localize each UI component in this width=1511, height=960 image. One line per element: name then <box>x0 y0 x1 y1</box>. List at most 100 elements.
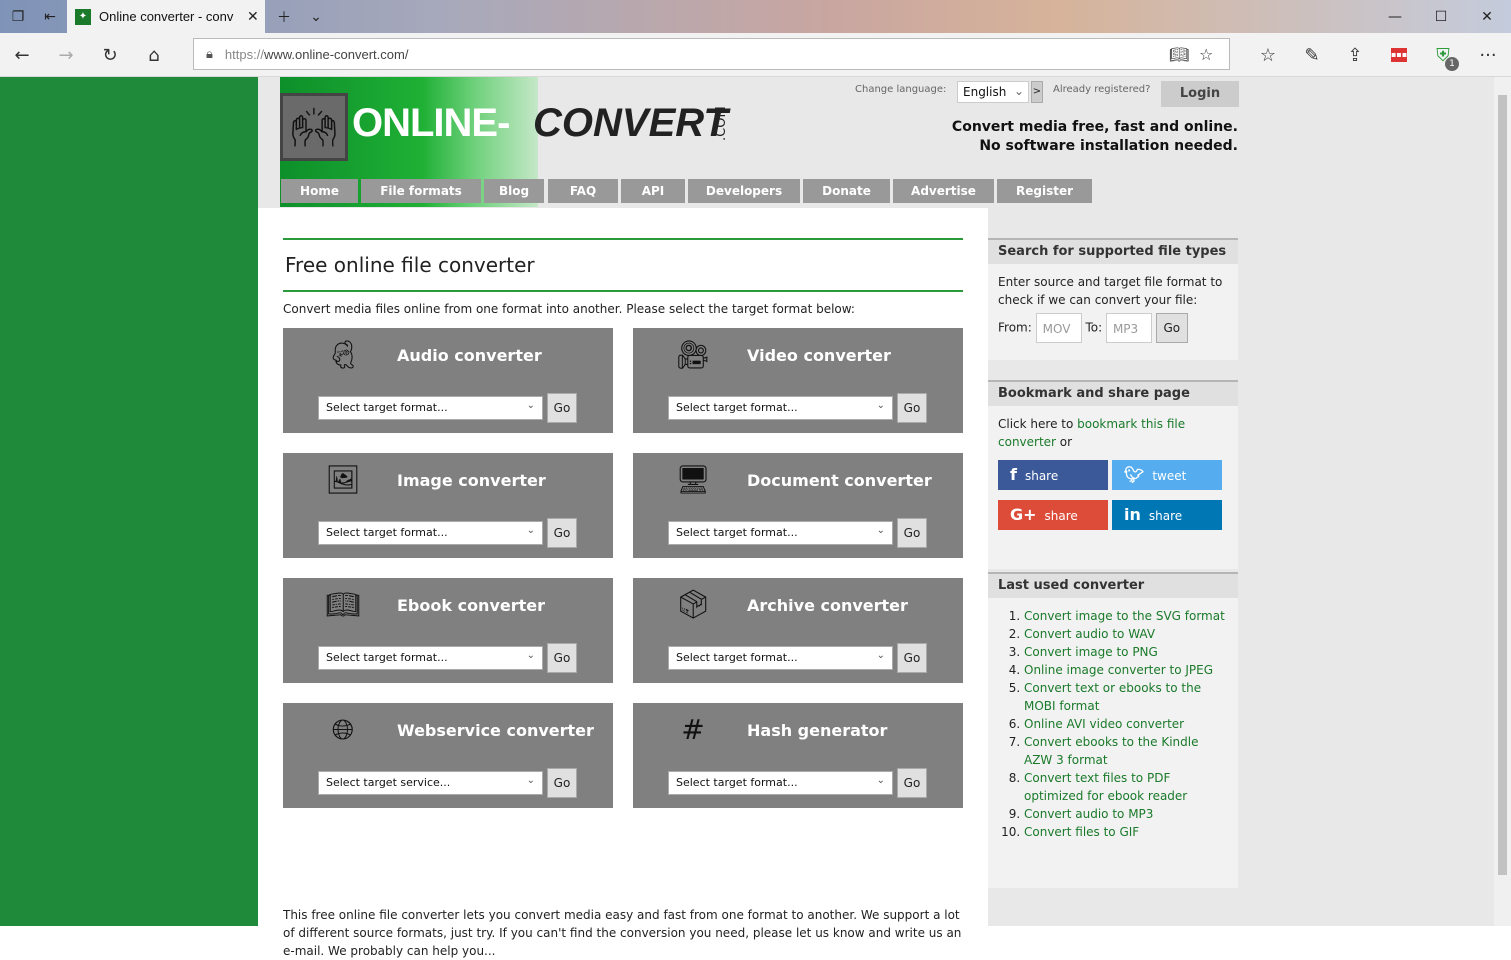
to-format-input[interactable]: MP3 <box>1105 313 1152 343</box>
image-converter-card: 🖼︎ Image converter Select target format.… <box>283 453 613 558</box>
set-aside-tabs-icon[interactable]: ⇤ <box>34 0 66 33</box>
new-tab-icon[interactable]: ＋ <box>268 0 300 33</box>
ebook-converter-card: 📖︎ Ebook converter Select target format.… <box>283 578 613 683</box>
select-value: Select target format... <box>676 401 798 414</box>
from-label: From: <box>998 320 1032 335</box>
already-registered-label: Already registered? <box>1053 84 1151 95</box>
list-item[interactable]: Convert image to PNG <box>1024 643 1228 661</box>
menu-item-faq[interactable]: FAQ <box>548 179 618 203</box>
bookmark-text-before: Click here to <box>998 417 1078 431</box>
favorite-star-icon[interactable]: ☆ <box>1199 45 1213 64</box>
minimize-icon[interactable]: — <box>1372 0 1418 33</box>
forward-icon[interactable]: → <box>44 33 88 77</box>
extension-red-icon[interactable]: ▪▪▪ <box>1377 33 1421 77</box>
maximize-icon[interactable]: ☐ <box>1418 0 1464 33</box>
menu-item-advertise[interactable]: Advertise <box>893 179 994 203</box>
list-item[interactable]: Convert image to the SVG format <box>1024 607 1228 625</box>
chevron-down-icon: ⌄ <box>876 400 885 411</box>
login-button[interactable]: Login <box>1161 81 1239 107</box>
page-scrollbar[interactable] <box>1494 77 1511 926</box>
menu-item-file-formats[interactable]: File formats <box>361 179 481 203</box>
menu-item-donate[interactable]: Donate <box>803 179 890 203</box>
list-item[interactable]: Convert audio to WAV <box>1024 625 1228 643</box>
audio-icon: 🕺︎ <box>325 338 361 371</box>
last-used-heading: Last used converter <box>988 572 1238 598</box>
go-button[interactable]: Go <box>897 518 927 548</box>
change-language-label: Change language: <box>855 84 947 95</box>
list-item[interactable]: Convert text or ebooks to the MOBI forma… <box>1024 679 1228 715</box>
target-format-select[interactable]: Select target format... ⌄ <box>318 521 543 545</box>
menu-item-register[interactable]: Register <box>997 179 1092 203</box>
go-button[interactable]: Go <box>547 643 577 673</box>
list-item[interactable]: Convert audio to MP3 <box>1024 805 1228 823</box>
facebook-share-label: share <box>1024 469 1059 483</box>
twitter-tweet-button[interactable]: 🐦︎ tweet <box>1112 460 1222 490</box>
from-format-input[interactable]: MOV <box>1035 313 1082 343</box>
menu-item-developers[interactable]: Developers <box>688 179 800 203</box>
card-title: Webservice converter <box>397 721 594 740</box>
hash-icon: # <box>681 713 705 746</box>
twitter-icon: 🐦︎ <box>1124 465 1145 484</box>
target-format-select[interactable]: Select target format... ⌄ <box>668 771 893 795</box>
tab-manager-icon[interactable]: ❐ <box>2 0 34 33</box>
home-icon[interactable]: ⌂ <box>132 33 176 77</box>
shield-extension-icon[interactable]: ⛨ 1 <box>1421 33 1465 77</box>
reading-view-icon[interactable]: 📖︎ <box>1169 45 1189 64</box>
go-button[interactable]: Go <box>547 768 577 798</box>
browser-tab[interactable]: ✦ Online converter - conv ✕ <box>67 0 265 33</box>
menu-item-api[interactable]: API <box>621 179 685 203</box>
language-select[interactable]: English ⌄ <box>957 81 1029 103</box>
favorites-hub-icon[interactable]: ☆ <box>1246 33 1290 77</box>
search-go-button[interactable]: Go <box>1155 313 1188 343</box>
google-plus-share-button[interactable]: G+ share <box>998 500 1108 530</box>
list-item[interactable]: Convert text files to PDF optimized for … <box>1024 769 1228 805</box>
refresh-icon[interactable]: ↻ <box>88 33 132 77</box>
ebook-icon: 📖︎ <box>325 588 361 621</box>
target-format-select[interactable]: Select target format... ⌄ <box>318 646 543 670</box>
target-format-select[interactable]: Select target format... ⌄ <box>668 646 893 670</box>
webservice-icon: 🌐︎ <box>331 713 355 746</box>
list-item[interactable]: Convert ebooks to the Kindle AZW 3 forma… <box>1024 733 1228 769</box>
sidebar: Search for supported file types Enter so… <box>988 208 1238 926</box>
more-options-icon[interactable]: ··· <box>1466 33 1510 77</box>
close-tab-icon[interactable]: ✕ <box>247 9 259 25</box>
target-format-select[interactable]: Select target format... ⌄ <box>668 396 893 420</box>
chevron-down-icon: ⌄ <box>876 775 885 786</box>
back-icon[interactable]: ← <box>0 33 44 77</box>
address-bar[interactable]: 🔒︎ https://www.online-convert.com/ 📖︎ ☆ <box>193 38 1230 70</box>
logo-figure-icon: 🙌︎ <box>280 93 348 161</box>
go-button[interactable]: Go <box>897 768 927 798</box>
target-service-select[interactable]: Select target service... ⌄ <box>318 771 543 795</box>
card-title: Hash generator <box>747 721 888 740</box>
pen-notes-icon[interactable]: ✎ <box>1290 33 1334 77</box>
go-button[interactable]: Go <box>897 643 927 673</box>
chevron-down-icon: ⌄ <box>876 650 885 661</box>
select-value: Select target format... <box>676 776 798 789</box>
target-format-select[interactable]: Select target format... ⌄ <box>318 396 543 420</box>
browser-tab-bar: ❐ ⇤ ✦ Online converter - conv ✕ ＋ ⌄ — ☐ … <box>0 0 1511 33</box>
go-button[interactable]: Go <box>897 393 927 423</box>
linkedin-share-button[interactable]: in share <box>1112 500 1222 530</box>
tagline: Convert media free, fast and online. No … <box>860 118 1238 156</box>
chevron-down-icon: ⌄ <box>526 400 535 411</box>
chevron-down-icon: ⌄ <box>526 525 535 536</box>
facebook-icon: f <box>1010 465 1017 484</box>
lock-icon: 🔒︎ <box>206 46 213 62</box>
list-item[interactable]: Online AVI video converter <box>1024 715 1228 733</box>
go-button[interactable]: Go <box>547 393 577 423</box>
close-window-icon[interactable]: ✕ <box>1464 0 1510 33</box>
share-icon[interactable]: ⇪ <box>1333 33 1377 77</box>
facebook-share-button[interactable]: f share <box>998 460 1108 490</box>
logo-text-com: .COM <box>714 106 729 141</box>
go-button[interactable]: Go <box>547 518 577 548</box>
list-item[interactable]: Convert files to GIF <box>1024 823 1228 841</box>
language-go-button[interactable]: > <box>1031 81 1043 103</box>
menu-item-home[interactable]: Home <box>281 179 358 203</box>
document-icon: 🖥︎ <box>675 463 711 496</box>
target-format-select[interactable]: Select target format... ⌄ <box>668 521 893 545</box>
scrollbar-thumb[interactable] <box>1498 95 1507 875</box>
video-icon: 🎥︎ <box>675 338 711 371</box>
menu-item-blog[interactable]: Blog <box>484 179 544 203</box>
list-item[interactable]: Online image converter to JPEG <box>1024 661 1228 679</box>
tab-list-chevron-icon[interactable]: ⌄ <box>300 0 332 33</box>
